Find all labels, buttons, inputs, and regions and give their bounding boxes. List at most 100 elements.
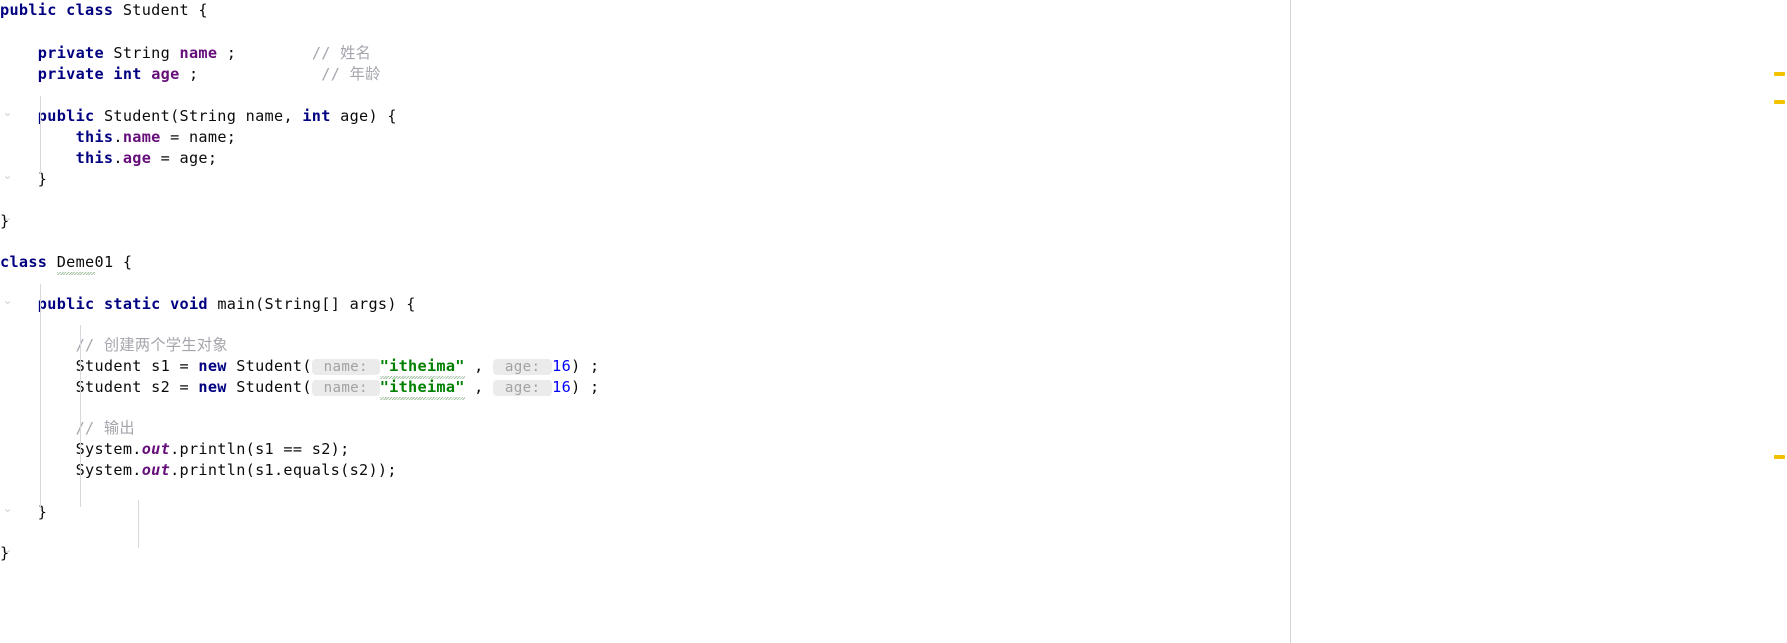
code-token: age xyxy=(122,149,152,167)
code-token: 16 xyxy=(552,357,572,375)
code-token: private xyxy=(37,44,104,62)
code-token: // 年龄 xyxy=(321,65,381,83)
code-token: Deme xyxy=(56,253,95,275)
code-line[interactable]: Student s2 = new Student( name: "itheima… xyxy=(0,377,600,400)
code-token: this xyxy=(75,149,114,167)
code-token: private xyxy=(37,65,104,83)
code-token: ) ; xyxy=(571,378,600,396)
code-token: Student xyxy=(122,1,189,19)
code-token: int xyxy=(302,107,331,125)
code-token: name xyxy=(122,128,161,146)
code-token: Student(String name, xyxy=(103,107,303,125)
code-line[interactable]: System.out.println(s1.equals(s2)); xyxy=(0,460,397,481)
code-token: String xyxy=(113,44,171,62)
code-token: public xyxy=(37,107,95,125)
code-token: = name; xyxy=(160,128,237,146)
code-editor-pane[interactable]: public class Student { private String na… xyxy=(0,0,1290,643)
inspection-warning-marker[interactable] xyxy=(1774,72,1785,76)
code-token: "itheima" xyxy=(379,357,465,379)
code-line[interactable]: private int age ; // 年龄 xyxy=(0,64,381,85)
code-token: out xyxy=(141,461,171,479)
secondary-editor-pane[interactable] xyxy=(1291,0,1773,643)
code-token: public xyxy=(37,295,95,313)
code-token: this xyxy=(75,128,114,146)
code-token: class xyxy=(66,1,114,19)
code-token: Student s1 = xyxy=(0,357,199,375)
code-token: "itheima" xyxy=(379,378,465,400)
code-token: name: xyxy=(311,359,380,375)
code-token: . xyxy=(113,149,123,167)
code-editor-window: ⌄ ⌄ ⌄ ⌄ ⌄ ⌄ ⌄ ⌄ public class Student { private … xyxy=(0,0,1787,643)
code-token: age) { xyxy=(330,107,397,125)
code-token: name xyxy=(179,44,218,62)
code-token: age: xyxy=(493,359,553,375)
code-token: , xyxy=(464,378,494,396)
code-line[interactable]: public static void main(String[] args) { xyxy=(0,294,416,315)
code-token: ; xyxy=(217,44,237,62)
code-token: 01 { xyxy=(94,253,133,271)
code-token: main(String[] args) { xyxy=(207,295,416,313)
code-line[interactable]: this.name = name; xyxy=(0,127,236,148)
code-line[interactable]: // 输出 xyxy=(0,418,135,439)
code-token: 16 xyxy=(552,378,572,396)
code-token: new xyxy=(198,357,227,375)
code-token: out xyxy=(141,440,171,458)
code-line[interactable]: private String name ; // 姓名 xyxy=(0,43,371,64)
code-line[interactable]: Student s1 = new Student( name: "itheima… xyxy=(0,356,600,379)
code-token: .println(s1.equals(s2)); xyxy=(170,461,397,479)
code-line[interactable]: public Student(String name, int age) { xyxy=(0,106,397,127)
code-token: void xyxy=(170,295,208,313)
code-token: // 创建两个学生对象 xyxy=(75,336,228,354)
code-token: age: xyxy=(493,380,553,396)
code-token: // 姓名 xyxy=(311,44,372,62)
code-token: , xyxy=(464,357,494,375)
inspection-marker-strip[interactable] xyxy=(1773,0,1787,643)
inspection-warning-marker[interactable] xyxy=(1774,455,1785,459)
code-token: class xyxy=(0,253,48,271)
code-token: { xyxy=(188,1,208,19)
code-token: // 输出 xyxy=(75,419,135,437)
code-token: .println(s1 == s2); xyxy=(170,440,350,458)
code-token: ) ; xyxy=(571,357,600,375)
code-token: new xyxy=(198,378,227,396)
code-token: age xyxy=(151,65,180,83)
indent-guide-line xyxy=(138,500,139,548)
indent-guide-line xyxy=(40,96,41,174)
code-token: Student( xyxy=(226,378,312,396)
code-token: int xyxy=(113,65,142,83)
code-line[interactable]: this.age = age; xyxy=(0,148,217,169)
code-token: . xyxy=(113,128,123,146)
code-token: Student s2 = xyxy=(0,378,199,396)
code-token: static xyxy=(103,295,161,313)
code-token: public xyxy=(0,1,57,19)
code-token: } xyxy=(0,212,10,230)
code-line[interactable]: } xyxy=(0,211,9,232)
code-line[interactable]: System.out.println(s1 == s2); xyxy=(0,439,350,460)
indent-guide-line xyxy=(40,284,41,508)
code-line[interactable]: class Deme01 { xyxy=(0,252,133,275)
inspection-warning-marker[interactable] xyxy=(1774,100,1785,104)
code-line[interactable]: } xyxy=(0,543,9,564)
code-line[interactable]: public class Student { xyxy=(0,0,208,21)
code-line[interactable]: // 创建两个学生对象 xyxy=(0,335,228,356)
code-token: Student( xyxy=(226,357,312,375)
code-token: ; xyxy=(179,65,199,83)
